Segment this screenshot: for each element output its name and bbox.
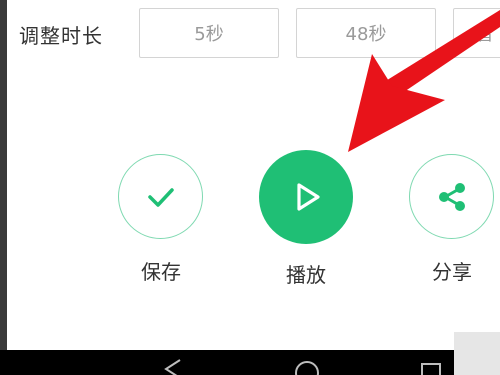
nav-back-button[interactable] (160, 350, 184, 375)
duration-label: 调整时长 (19, 24, 103, 48)
back-triangle-icon (164, 359, 181, 375)
left-edge-bar (0, 0, 7, 350)
nav-recent-button[interactable] (418, 350, 444, 375)
duration-option-smart[interactable]: 智 (453, 8, 500, 58)
share-button[interactable] (409, 154, 494, 239)
duration-option-label: 48秒 (345, 24, 387, 45)
play-icon (297, 183, 320, 211)
save-label: 保存 (141, 260, 181, 284)
share-label: 分享 (432, 260, 472, 284)
duration-option-label: 5秒 (194, 24, 224, 45)
duration-option-label: 智 (476, 24, 494, 45)
check-icon (147, 187, 174, 207)
system-nav-bar (0, 350, 500, 375)
duration-option-48s[interactable]: 48秒 (296, 8, 436, 58)
nav-home-button[interactable] (292, 350, 322, 375)
play-button[interactable] (259, 150, 353, 244)
save-button[interactable] (118, 154, 203, 239)
recent-square-icon (421, 363, 441, 375)
duration-option-5s[interactable]: 5秒 (139, 8, 279, 58)
play-label: 播放 (286, 263, 326, 287)
corner-overlay (454, 332, 500, 375)
home-circle-icon (295, 361, 319, 375)
share-icon (438, 182, 465, 211)
